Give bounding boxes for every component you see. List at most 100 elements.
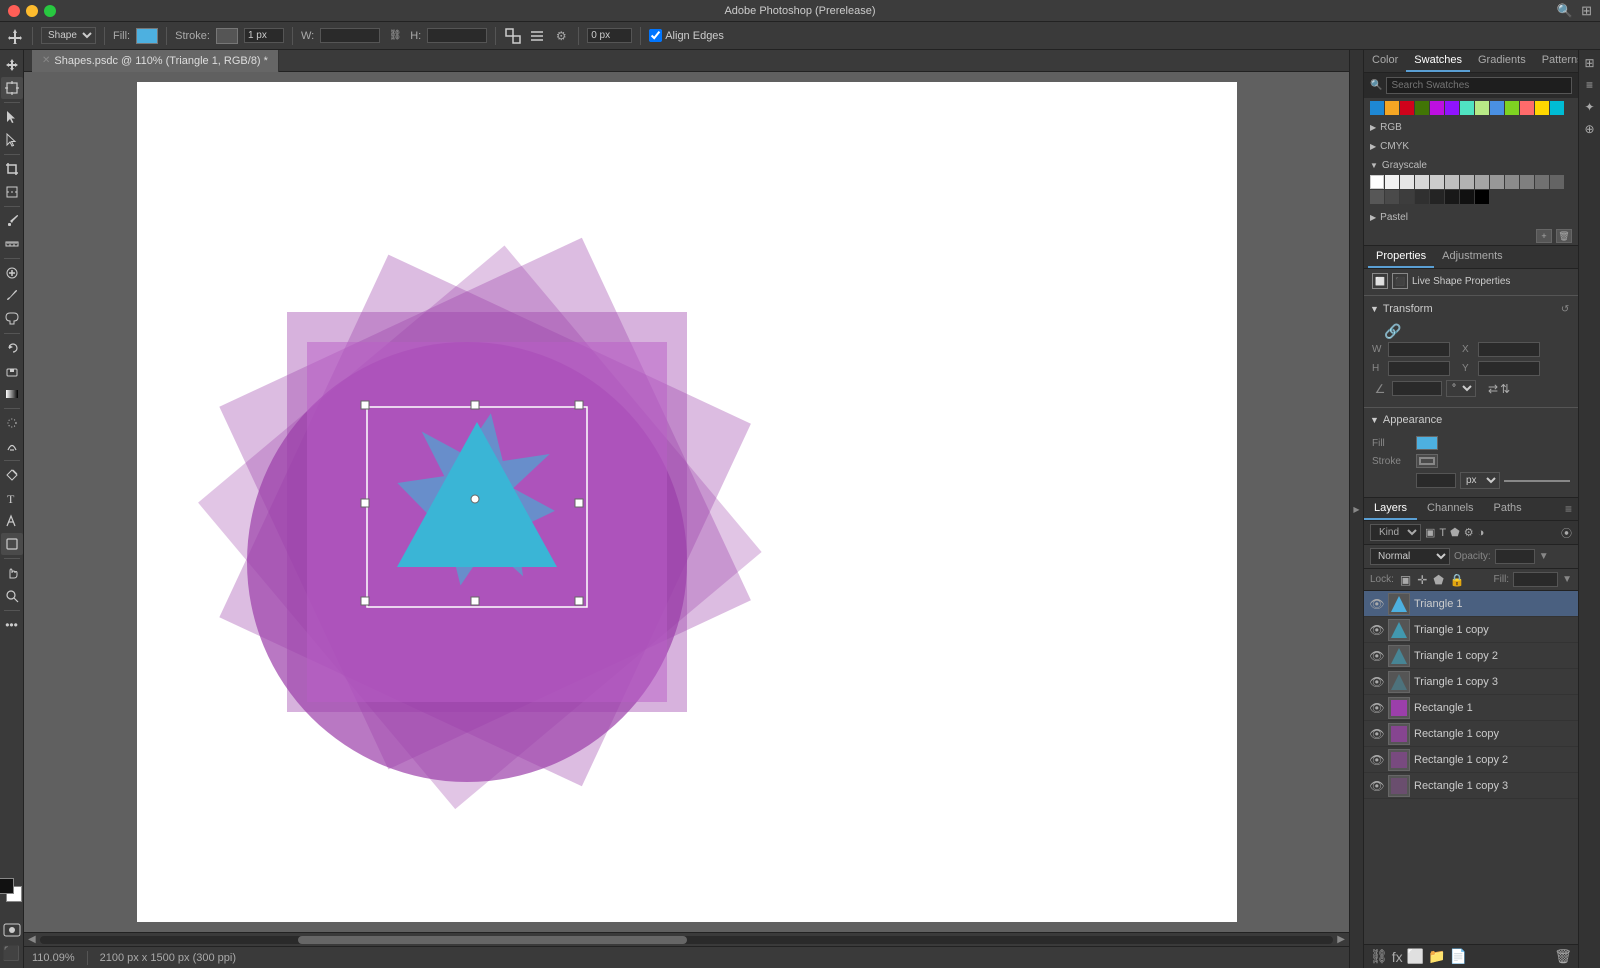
cmyk-group-header[interactable]: ▶ CMYK (1370, 139, 1572, 154)
swatch-red2[interactable] (1400, 101, 1414, 115)
x-transform-input[interactable]: 434.59 px (1478, 342, 1540, 357)
layers-panel-menu-btn[interactable]: ≡ (1559, 502, 1578, 516)
layer-item-rectangle1[interactable]: 👁 Rectangle 1 (1364, 695, 1578, 721)
tab-patterns[interactable]: Patterns (1534, 50, 1578, 72)
canvas[interactable] (137, 82, 1237, 922)
filter-kind-select[interactable]: Kind (1370, 524, 1421, 541)
lock-pixels-icon[interactable]: ▣ (1400, 573, 1411, 587)
tab-paths[interactable]: Paths (1484, 498, 1532, 520)
scroll-right-btn[interactable]: ▶ (1337, 934, 1345, 945)
swatch-green[interactable] (1415, 101, 1429, 115)
dodge-tool[interactable] (1, 435, 23, 457)
scrollbar-track[interactable] (40, 936, 1334, 944)
gs-swatch-2[interactable] (1385, 175, 1399, 189)
path-align-icon[interactable] (528, 27, 546, 45)
tab-adjustments[interactable]: Adjustments (1434, 246, 1511, 268)
search-icon[interactable]: 🔍 (1557, 3, 1573, 19)
window-controls[interactable] (8, 5, 56, 17)
color-boxes[interactable] (0, 878, 26, 906)
blur-tool[interactable] (1, 412, 23, 434)
stroke-size-appearance-input[interactable]: 1 px (1416, 473, 1456, 488)
screen-mode-btn[interactable]: ⬛ (1, 942, 23, 964)
more-tools[interactable]: ••• (1, 614, 23, 636)
corner-radius-input[interactable] (587, 28, 632, 43)
fill-percentage-input[interactable]: 100% (1513, 572, 1558, 587)
healing-tool[interactable] (1, 262, 23, 284)
opacity-dropdown-icon[interactable]: ▼ (1539, 551, 1549, 562)
transform-reset-btn[interactable]: ↺ (1558, 302, 1572, 316)
gs-swatch-15[interactable] (1385, 190, 1399, 204)
shape-tool[interactable] (1, 533, 23, 555)
close-button[interactable] (8, 5, 20, 17)
tab-gradients[interactable]: Gradients (1470, 50, 1534, 72)
layer-visibility-triangle1copy2[interactable]: 👁 (1370, 649, 1384, 663)
layer-visibility-triangle1[interactable]: 👁 (1370, 597, 1384, 611)
gs-swatch-8[interactable] (1475, 175, 1489, 189)
path-ops-icon[interactable] (504, 27, 522, 45)
pen-tool[interactable] (1, 464, 23, 486)
shape-type-select[interactable]: Shape Path Pixels (41, 27, 96, 44)
appearance-section-header[interactable]: ▼ Appearance (1364, 410, 1578, 430)
filter-adjustment-icon[interactable]: ◑ (1478, 527, 1485, 539)
history-brush-tool[interactable] (1, 337, 23, 359)
gs-swatch-18[interactable] (1430, 190, 1444, 204)
transform-section-header[interactable]: ▼ Transform ↺ (1364, 298, 1578, 320)
filter-smart-icon[interactable]: ⚙ (1464, 526, 1474, 539)
new-swatch-btn[interactable]: + (1536, 229, 1552, 243)
swatch-purple[interactable] (1430, 101, 1444, 115)
artboard-tool[interactable] (1, 77, 23, 99)
gs-swatch-20[interactable] (1460, 190, 1474, 204)
new-layer-btn[interactable]: 📄 (1450, 948, 1467, 965)
width-input[interactable]: 136.81 p (320, 28, 380, 43)
gs-swatch-14[interactable] (1370, 190, 1384, 204)
gs-swatch-6[interactable] (1445, 175, 1459, 189)
maximize-button[interactable] (44, 5, 56, 17)
document-tab[interactable]: ✕ Shapes.psdc @ 110% (Triangle 1, RGB/8)… (32, 50, 279, 72)
minimize-button[interactable] (26, 5, 38, 17)
brush-tool[interactable] (1, 285, 23, 307)
link-icon[interactable]: ⛓ (386, 27, 404, 45)
filter-type-icon[interactable]: T (1439, 527, 1446, 539)
swatch-teal[interactable] (1460, 101, 1474, 115)
y-transform-input[interactable]: 565 px (1478, 361, 1540, 376)
tab-close-icon[interactable]: ✕ (42, 55, 50, 66)
layer-item-triangle1copy2[interactable]: 👁 Triangle 1 copy 2 (1364, 643, 1578, 669)
tab-properties[interactable]: Properties (1368, 246, 1434, 268)
panel-tool-3[interactable]: ✦ (1581, 98, 1599, 116)
swatch-coral[interactable] (1520, 101, 1534, 115)
swatch-yellow-green[interactable] (1505, 101, 1519, 115)
foreground-color-box[interactable] (0, 878, 14, 894)
blend-mode-select[interactable]: Normal (1370, 548, 1450, 565)
move-tool[interactable] (1, 54, 23, 76)
tab-layers[interactable]: Layers (1364, 498, 1417, 520)
layer-item-triangle1copy[interactable]: 👁 Triangle 1 copy (1364, 617, 1578, 643)
link-layers-btn[interactable]: ⛓ (1370, 948, 1388, 965)
gs-swatch-9[interactable] (1490, 175, 1504, 189)
crop-tool[interactable] (1, 158, 23, 180)
tab-color[interactable]: Color (1364, 50, 1406, 72)
geometry-icon[interactable]: ⚙ (552, 27, 570, 45)
tab-channels[interactable]: Channels (1417, 498, 1483, 520)
gs-swatch-10[interactable] (1505, 175, 1519, 189)
direct-select-tool[interactable] (1, 129, 23, 151)
swatch-yellow[interactable] (1535, 101, 1549, 115)
scrollbar-thumb[interactable] (298, 936, 686, 944)
stroke-size-unit-select[interactable]: px (1460, 472, 1500, 489)
horizontal-scrollbar[interactable]: ◀ ▶ (24, 932, 1349, 946)
wh-link-icon[interactable]: 🔗 (1386, 324, 1400, 338)
gs-swatch-16[interactable] (1400, 190, 1414, 204)
gs-swatch-1[interactable] (1370, 175, 1384, 189)
add-mask-btn[interactable]: ⬜ (1407, 948, 1424, 965)
arrange-icon[interactable]: ⊞ (1581, 3, 1592, 19)
hand-tool[interactable] (1, 562, 23, 584)
pastel-group-header[interactable]: ▶ Pastel (1370, 210, 1572, 225)
swatch-search-input[interactable] (1386, 77, 1572, 94)
slice-tool[interactable] (1, 181, 23, 203)
clone-stamp-tool[interactable] (1, 308, 23, 330)
flip-v-icon[interactable]: ⇅ (1500, 382, 1510, 396)
swatch-orange[interactable] (1385, 101, 1399, 115)
swatch-violet[interactable] (1445, 101, 1459, 115)
stroke-appearance-swatch[interactable] (1416, 454, 1438, 468)
eyedropper-tool[interactable] (1, 210, 23, 232)
layer-item-rectangle1copy3[interactable]: 👁 Rectangle 1 copy 3 (1364, 773, 1578, 799)
